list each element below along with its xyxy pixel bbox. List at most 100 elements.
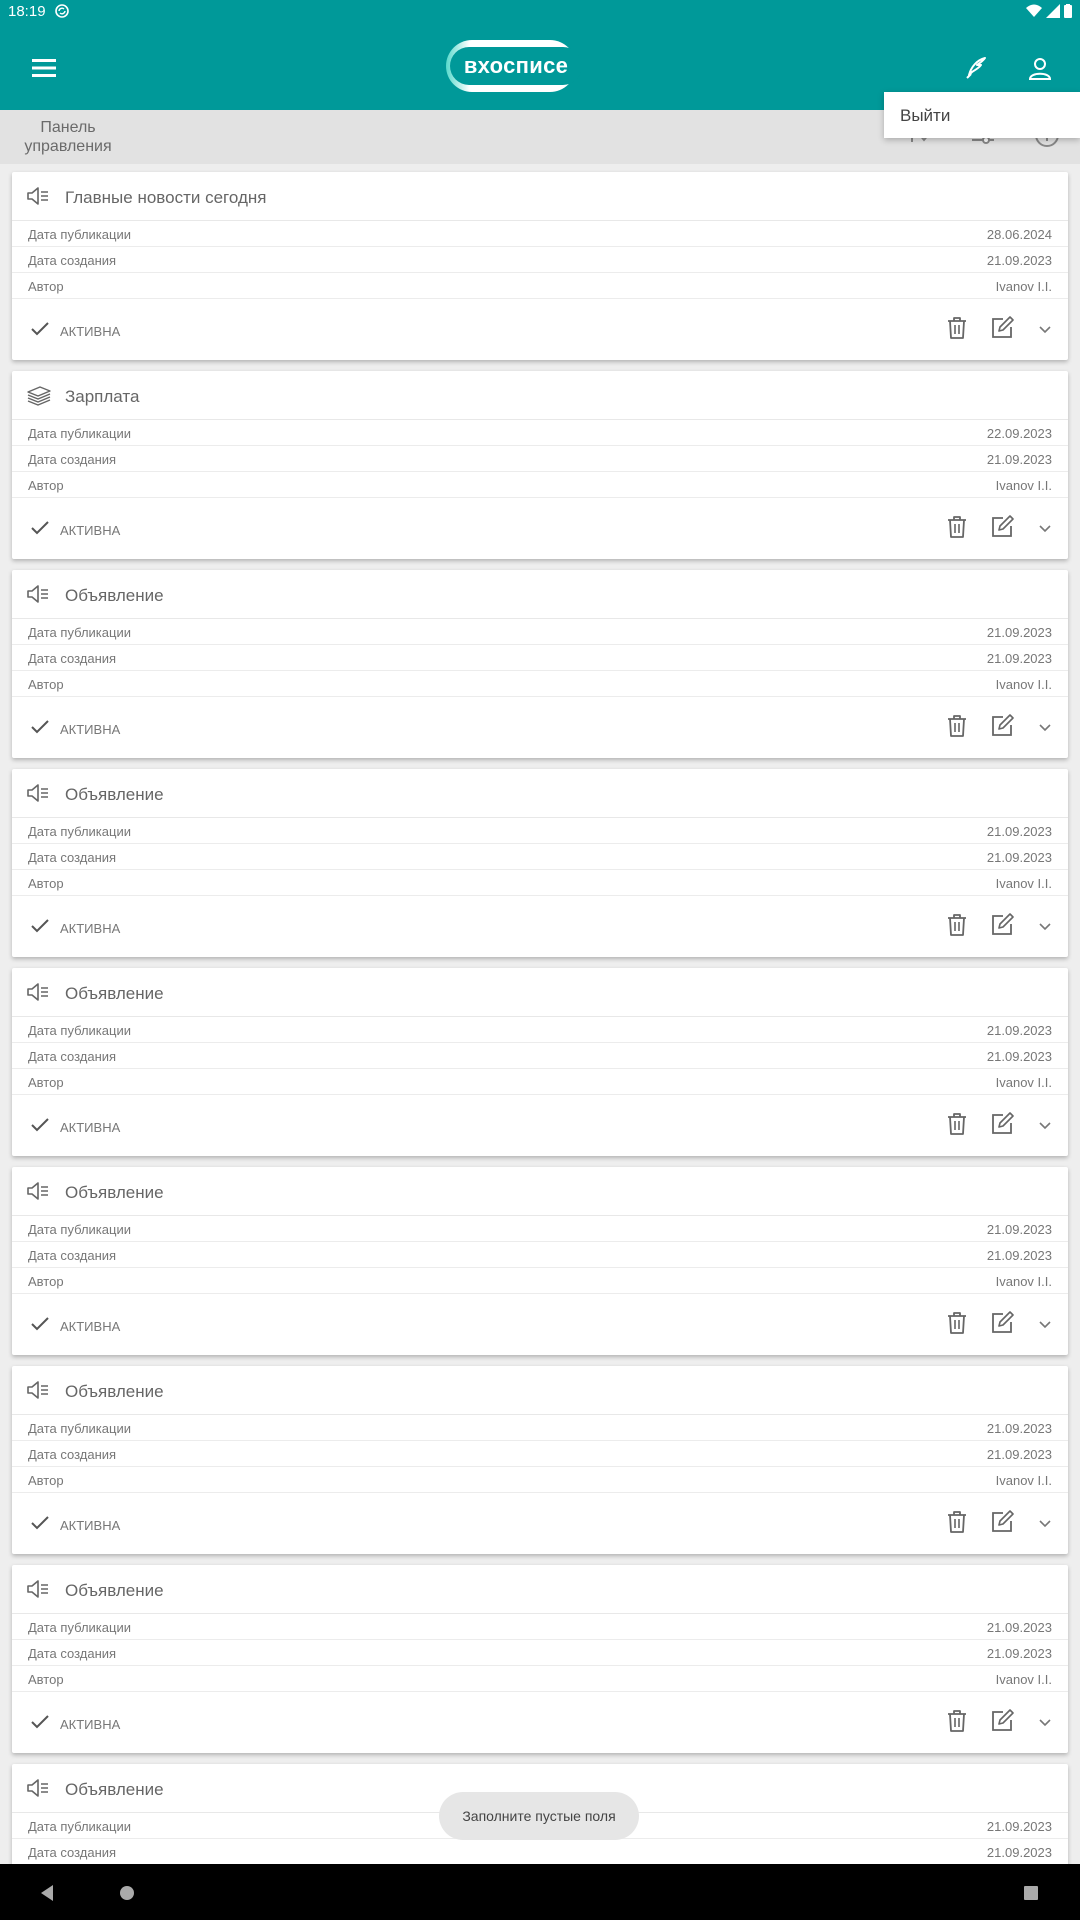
delete-button[interactable] [944,714,970,741]
news-card[interactable]: Объявление Дата публикации 21.09.2023 Да… [12,769,1068,957]
card-title: Объявление [65,1780,164,1799]
card-title: Объявление [65,1382,164,1401]
edit-button[interactable] [989,1509,1015,1537]
quill-pen-icon [966,57,986,79]
chevron-down-icon [1039,1515,1051,1533]
created-row: Дата создания 21.09.2023 [12,1441,1068,1467]
published-date: 21.09.2023 [986,1222,1052,1237]
expand-button[interactable] [1032,1113,1058,1139]
edit-icon [990,912,1014,942]
news-card[interactable]: Объявление Дата публикации 21.09.2023 Да… [12,1167,1068,1355]
created-date: 21.09.2023 [986,1248,1052,1263]
edit-button[interactable] [989,1111,1015,1141]
delete-button[interactable] [944,1311,970,1340]
status-label: АКТИВНА [60,523,121,538]
system-icons [1026,4,1072,18]
chevron-down-icon [1039,1117,1051,1135]
news-card[interactable]: Объявление Дата публикации 21.09.2023 Да… [12,1565,1068,1753]
edit-button[interactable] [989,1708,1015,1736]
news-card[interactable]: Объявление Дата публикации 21.09.2023 Да… [12,1366,1068,1554]
expand-button[interactable] [1032,914,1058,940]
status-label: АКТИВНА [60,921,121,936]
trash-icon [945,1311,969,1340]
created-date: 21.09.2023 [986,850,1052,865]
author-row: Автор Ivanov I.I. [12,1467,1068,1493]
trash-icon [945,1510,969,1539]
author-name: Ivanov I.I. [995,1672,1052,1687]
news-card[interactable]: Главные новости сегодня Дата публикации … [12,172,1068,360]
recents-button[interactable] [1020,1882,1042,1904]
card-title: Объявление [65,984,164,1003]
card-footer: АКТИВНА [12,1294,1068,1356]
edit-button[interactable] [989,912,1015,942]
created-date: 21.09.2023 [986,452,1052,467]
news-feed: Главные новости сегодня Дата публикации … [0,164,1080,1864]
megaphone-icon [26,1180,50,1202]
megaphone-icon [26,1777,50,1799]
news-card[interactable]: Объявление Дата публикации 21.09.2023 Да… [12,968,1068,1156]
check-icon [30,1714,50,1730]
chevron-down-icon [1039,918,1051,936]
delete-button[interactable] [944,515,970,544]
home-button[interactable] [116,1882,138,1904]
expand-button[interactable] [1032,1511,1058,1537]
expand-button[interactable] [1032,516,1058,542]
created-label: Дата создания [28,452,117,467]
expand-button[interactable] [1032,1312,1058,1338]
published-row: Дата публикации 21.09.2023 [12,1216,1068,1242]
expand-button[interactable] [1032,715,1058,741]
card-header: Объявление [12,968,1068,1017]
author-label: Автор [28,478,64,493]
published-date: 21.09.2023 [986,1620,1052,1635]
status-time: 18:19 [8,3,46,20]
created-date: 21.09.2023 [986,253,1052,268]
published-row: Дата публикации 21.09.2023 [12,619,1068,645]
published-label: Дата публикации [28,625,131,640]
edit-button[interactable] [989,713,1015,741]
profile-button[interactable] [1022,50,1058,86]
megaphone-icon [26,185,50,207]
logo-text: вхосписе [449,47,583,85]
back-button[interactable] [36,1882,58,1904]
published-date: 21.09.2023 [986,1819,1052,1834]
author-name: Ivanov I.I. [995,279,1052,294]
edit-icon [990,1111,1014,1141]
delete-button[interactable] [944,1709,970,1736]
delete-button[interactable] [944,316,970,343]
trash-icon [945,515,969,544]
card-title: Объявление [65,1183,164,1202]
edit-button[interactable] [989,1310,1015,1338]
check-icon [30,719,50,735]
card-footer: АКТИВНА [12,1493,1068,1555]
author-row: Автор Ivanov I.I. [12,1069,1068,1095]
home-circle-icon [120,1886,134,1900]
card-header: Объявление [12,1565,1068,1614]
hamburger-menu-button[interactable] [26,50,62,86]
check-icon [30,918,50,934]
compose-button[interactable] [958,50,994,86]
delete-button[interactable] [944,1510,970,1539]
author-name: Ivanov I.I. [995,1075,1052,1090]
sync-icon [55,4,69,18]
published-date: 28.06.2024 [986,227,1052,242]
news-card[interactable]: Зарплата Дата публикации 22.09.2023 Дата… [12,371,1068,559]
created-row: Дата создания 21.09.2023 [12,247,1068,273]
hamburger-icon [32,59,56,77]
expand-button[interactable] [1032,1710,1058,1736]
delete-button[interactable] [944,1112,970,1139]
navigation-bar [0,1864,1080,1920]
delete-button[interactable] [944,913,970,940]
expand-button[interactable] [1032,317,1058,343]
created-date: 21.09.2023 [986,651,1052,666]
logout-menu-item[interactable]: Выйти [900,106,950,126]
news-card[interactable]: Объявление Дата публикации 21.09.2023 Да… [12,570,1068,758]
card-footer: АКТИВНА [12,1095,1068,1157]
edit-button[interactable] [989,315,1015,343]
card-header: Объявление [12,1167,1068,1216]
status-label: АКТИВНА [60,722,121,737]
card-footer: АКТИВНА [12,299,1068,361]
edit-button[interactable] [989,514,1015,542]
author-name: Ivanov I.I. [995,1473,1052,1488]
published-date: 21.09.2023 [986,1421,1052,1436]
card-header: Главные новости сегодня [12,172,1068,221]
